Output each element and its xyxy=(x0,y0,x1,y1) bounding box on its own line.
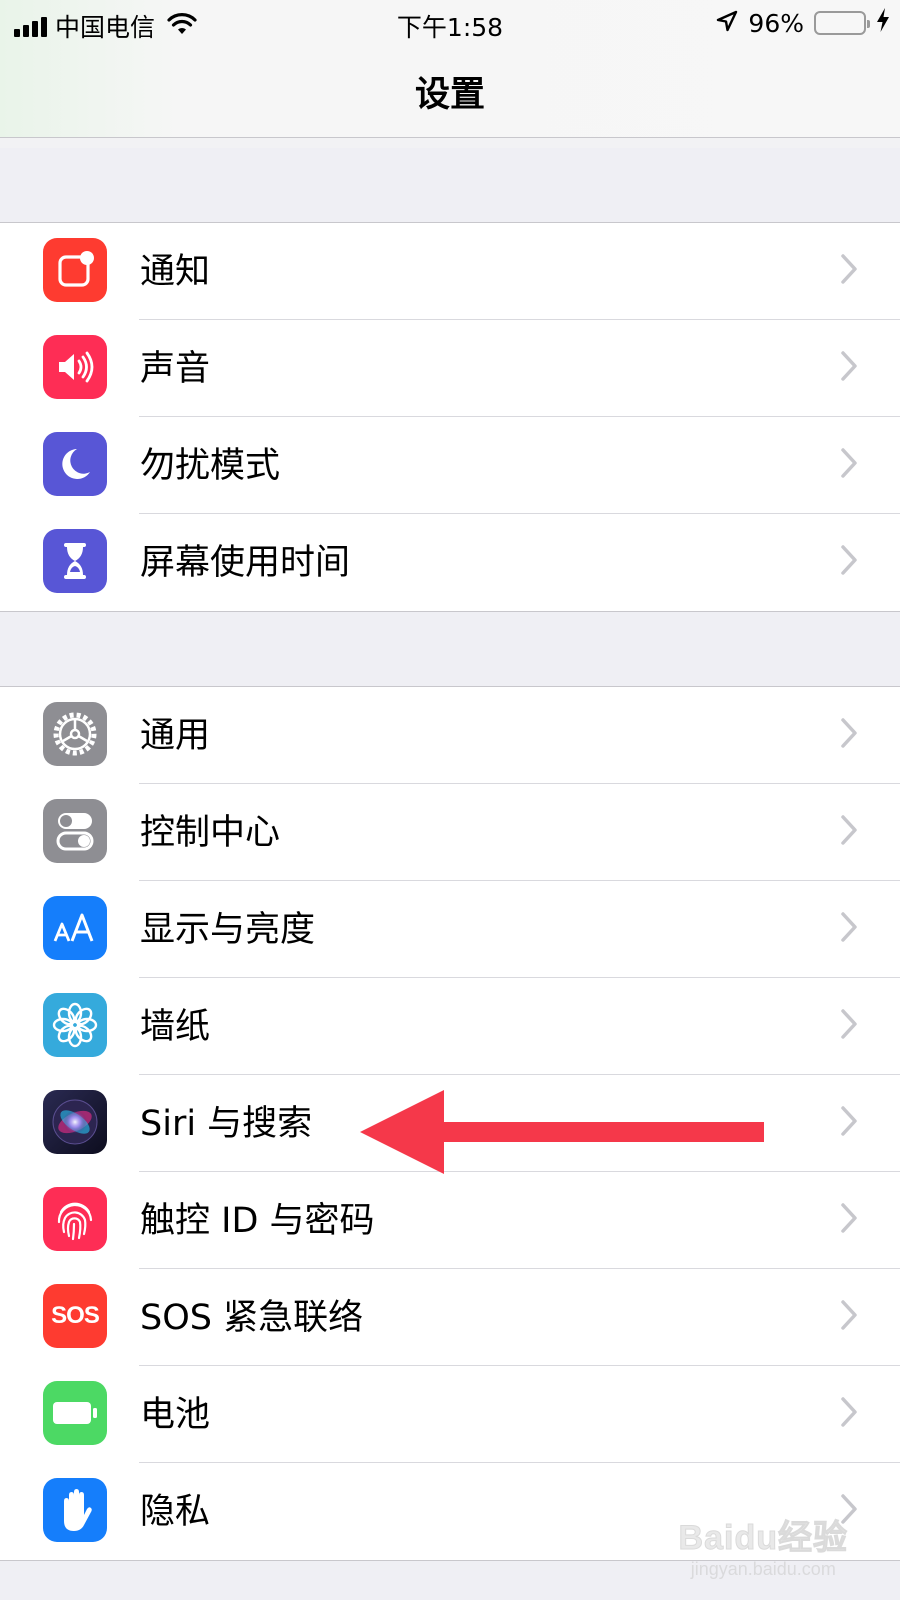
chevron-right-icon xyxy=(840,717,858,753)
red-arrow-annotation xyxy=(360,1090,764,1174)
row-label: SOS 紧急联络 xyxy=(140,1298,364,1338)
row-label: 电池 xyxy=(140,1395,211,1435)
row-sounds[interactable]: 声音 xyxy=(0,320,900,417)
battery-setting-icon xyxy=(43,1381,107,1445)
chevron-right-icon xyxy=(840,814,858,850)
row-control-center[interactable]: 控制中心 xyxy=(0,784,900,881)
chevron-right-icon xyxy=(840,447,858,483)
flower-icon xyxy=(43,993,107,1057)
row-battery[interactable]: 电池 xyxy=(0,1366,900,1463)
location-icon xyxy=(716,9,738,38)
row-label: 墙纸 xyxy=(140,1007,211,1047)
hourglass-icon xyxy=(43,529,107,593)
gear-icon xyxy=(43,702,107,766)
top-divider xyxy=(0,138,900,148)
row-notifications[interactable]: 通知 xyxy=(0,223,900,320)
row-label: 通用 xyxy=(140,716,211,756)
battery-percent: 96% xyxy=(748,8,804,38)
chevron-right-icon xyxy=(840,544,858,580)
fingerprint-icon xyxy=(43,1187,107,1251)
chevron-right-icon xyxy=(840,1105,858,1141)
status-right: 96% xyxy=(716,8,890,38)
row-label: 通知 xyxy=(140,252,211,292)
row-label: Siri 与搜索 xyxy=(140,1104,313,1144)
chevron-right-icon xyxy=(840,253,858,289)
watermark-sub: jingyan.baidu.com xyxy=(690,1559,836,1579)
notifications-icon xyxy=(43,238,107,302)
row-label: 控制中心 xyxy=(140,813,281,853)
battery-tip xyxy=(867,20,870,28)
siri-icon xyxy=(43,1090,107,1154)
section-gap xyxy=(0,612,900,686)
row-label: 显示与亮度 xyxy=(140,910,316,950)
row-label: 触控 ID 与密码 xyxy=(140,1201,375,1241)
row-general[interactable]: 通用 xyxy=(0,687,900,784)
row-display-brightness[interactable]: 显示与亮度 xyxy=(0,881,900,978)
settings-group-1: 通知 声音 勿扰模式 屏幕使用时间 xyxy=(0,222,900,612)
sounds-icon xyxy=(43,335,107,399)
charging-icon xyxy=(876,8,890,38)
row-label: 隐私 xyxy=(140,1492,211,1532)
top-bar: 中国电信 下午1:58 96% 设置 xyxy=(0,0,900,138)
row-label: 屏幕使用时间 xyxy=(140,543,351,583)
baidu-watermark: Baidu经验 jingyan.baidu.com xyxy=(678,1510,848,1580)
row-screen-time[interactable]: 屏幕使用时间 xyxy=(0,514,900,611)
watermark-main: Baidu经验 xyxy=(678,1519,848,1558)
chevron-right-icon xyxy=(840,911,858,947)
chevron-right-icon xyxy=(840,1396,858,1432)
text-size-icon xyxy=(43,896,107,960)
moon-icon xyxy=(43,432,107,496)
hand-icon xyxy=(43,1478,107,1542)
chevron-right-icon xyxy=(840,1299,858,1335)
row-wallpaper[interactable]: 墙纸 xyxy=(0,978,900,1075)
row-touch-id-passcode[interactable]: 触控 ID 与密码 xyxy=(0,1172,900,1269)
page-title: 设置 xyxy=(414,75,485,115)
row-label: 勿扰模式 xyxy=(140,446,281,486)
section-gap xyxy=(0,148,900,222)
toggles-icon xyxy=(43,799,107,863)
battery-icon xyxy=(814,11,870,35)
chevron-right-icon xyxy=(840,1008,858,1044)
row-label: 声音 xyxy=(140,349,211,389)
settings-screen: 中国电信 下午1:58 96% 设置 通知 声音 勿扰模式 屏幕使用时间 通用 … xyxy=(0,0,900,1600)
chevron-right-icon xyxy=(840,350,858,386)
sos-icon: SOS xyxy=(43,1284,107,1348)
settings-list: 通知 声音 勿扰模式 屏幕使用时间 通用 控制中心 显示与亮度 墙纸 Siri … xyxy=(0,138,900,1561)
chevron-right-icon xyxy=(840,1202,858,1238)
row-do-not-disturb[interactable]: 勿扰模式 xyxy=(0,417,900,514)
sos-icon-text: SOS xyxy=(51,1302,100,1329)
row-emergency-sos[interactable]: SOS SOS 紧急联络 xyxy=(0,1269,900,1366)
status-bar: 中国电信 下午1:58 96% xyxy=(0,0,900,46)
